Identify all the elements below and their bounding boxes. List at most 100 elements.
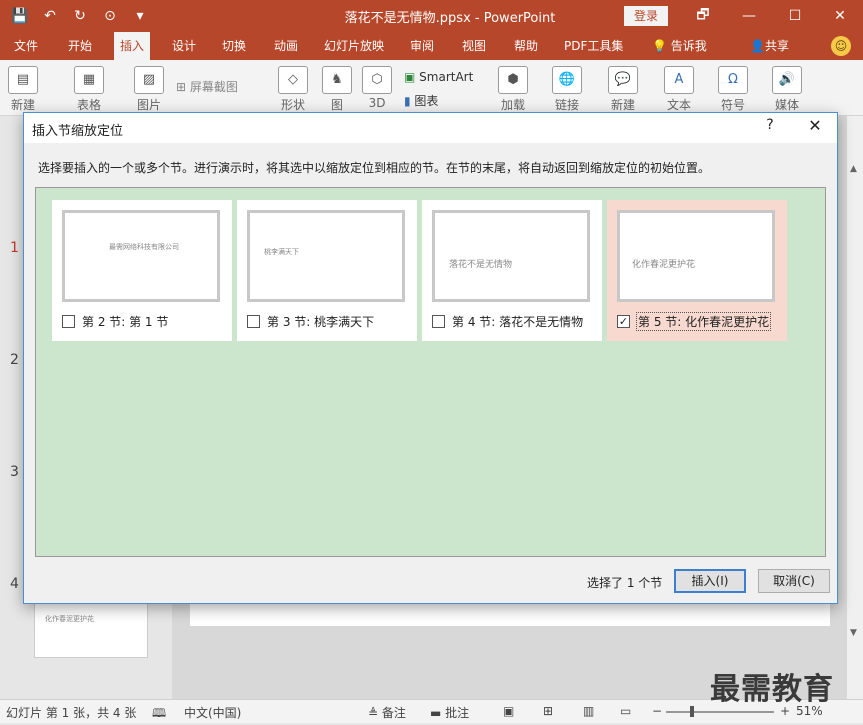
section-checkbox-checked[interactable]: ✓ [617,315,630,328]
close-window-button[interactable]: ✕ [817,0,863,32]
feedback-smiley-icon[interactable]: ☺ [831,36,851,56]
tab-view[interactable]: 视图 [456,32,492,60]
slide-number: 1 [10,240,19,256]
section-label: 第 4 节: 落花不是无情物 [452,315,584,329]
spellcheck-icon[interactable]: 🕮 [152,704,166,725]
scroll-up-icon[interactable]: ▲ [850,164,857,174]
vertical-scrollbar[interactable]: ▲ ▼ [847,116,863,699]
speaker-icon: 🔊 [772,66,802,94]
icons-icon: ♞ [322,66,352,94]
link-icon: 🌐 [552,66,582,94]
table-button[interactable]: ▦ 表格 [74,66,104,113]
addins-button[interactable]: ⬢ 加载 [498,66,528,113]
tab-pdf-tools[interactable]: PDF工具集 [558,32,629,60]
section-thumbnail-text: 落花不是无情物 [449,260,513,270]
dialog-instruction: 选择要插入的一个或多个节。进行演示时，将其选中以缩放定位到相应的节。在节的末尾，… [38,161,711,175]
present-icon[interactable]: ⊙ [98,5,122,27]
new-slide-button[interactable]: ▤ 新建 [8,66,38,113]
slideshow-view-icon[interactable]: ▭ [620,704,631,718]
notes-label: 备注 [381,706,406,720]
maximize-button[interactable]: ☐ [772,0,818,32]
tab-transitions[interactable]: 切换 [216,32,252,60]
comments-button[interactable]: ▬ 批注 [430,704,469,721]
dialog-close-button[interactable]: ✕ [804,116,826,138]
help-button[interactable]: ? [760,117,780,139]
slide-sorter-icon[interactable]: ⊞ [543,704,553,718]
table-label: 表格 [76,98,101,112]
tab-slideshow[interactable]: 幻灯片放映 [318,32,390,60]
new-comment-button[interactable]: 💬 新建 [608,66,638,113]
slide-thumbnail[interactable]: 化作春泥更护花 [34,598,148,658]
tab-home[interactable]: 开始 [62,32,98,60]
normal-view-icon[interactable]: ▣ [503,704,514,718]
zoom-slider[interactable] [666,711,774,713]
screenshot-button[interactable]: ⊞ 屏幕截图 [176,78,238,95]
link-button[interactable]: 🌐 链接 [552,66,582,113]
section-label: 第 3 节: 桃李满天下 [267,315,375,329]
chart-icon: ▮ [404,94,415,108]
tab-tell-me[interactable]: 💡 告诉我 [646,32,713,60]
tab-design[interactable]: 设计 [166,32,202,60]
section-card[interactable]: 桃李满天下 第 3 节: 桃李满天下 [237,200,417,341]
section-thumbnail-text: 最需网络科技有限公司 [109,243,179,251]
3d-models-button[interactable]: ⬡ 3D [362,66,392,110]
media-button[interactable]: 🔊 媒体 [772,66,802,113]
tab-review[interactable]: 审阅 [404,32,440,60]
share-label: 共享 [764,39,789,53]
section-checkbox[interactable] [432,315,445,328]
section-card[interactable]: 最需网络科技有限公司 第 2 节: 第 1 节 [52,200,232,341]
redo-icon[interactable]: ↻ [68,5,92,27]
picture-label: 图片 [136,98,161,112]
ribbon-tabs: 文件 开始 插入 设计 切换 动画 幻灯片放映 审阅 视图 帮助 PDF工具集 … [0,32,863,60]
document-title: 落花不是无情物.ppsx - PowerPoint [344,11,556,26]
selection-count: 选择了 1 个节 [587,576,663,590]
tab-file[interactable]: 文件 [8,32,44,60]
picture-button[interactable]: ▨ 图片 [134,66,164,113]
reading-view-icon[interactable]: ▥ [583,704,594,718]
section-thumbnail: 最需网络科技有限公司 [62,210,220,302]
minimize-button[interactable]: — [726,0,772,32]
language-indicator[interactable]: 中文(中国) [184,704,241,721]
dialog-title: 插入节缩放定位 [32,124,124,139]
section-label: 第 2 节: 第 1 节 [82,315,169,329]
notes-button[interactable]: ≜ 备注 [368,704,406,721]
chart-button[interactable]: ▮ 图表 [404,92,438,109]
media-label: 媒体 [774,98,799,112]
section-list: 最需网络科技有限公司 第 2 节: 第 1 节 桃李满天下 第 3 节: 桃李满… [35,187,826,557]
cancel-button[interactable]: 取消(C) [758,569,830,593]
customize-qat-icon[interactable]: ▾ [128,5,152,27]
ribbon-insert-panel: ▤ 新建 ▦ 表格 ▨ 图片 ⊞ 屏幕截图 ◇ 形状 ♞ 图 ⬡ 3D ▣ SmartArt… [0,60,863,116]
undo-icon[interactable]: ↶ [38,5,62,27]
smartart-button[interactable]: ▣ SmartArt [404,70,473,84]
ribbon-display-icon[interactable]: 🗗 [680,0,726,32]
section-thumbnail: 桃李满天下 [247,210,405,302]
tab-animations[interactable]: 动画 [268,32,304,60]
chart-label: 图表 [414,94,439,108]
tab-insert[interactable]: 插入 [114,32,151,60]
tab-help[interactable]: 帮助 [508,32,544,60]
section-checkbox[interactable] [62,315,75,328]
zoom-out-icon[interactable]: − [652,704,662,718]
symbol-button[interactable]: Ω 符号 [718,66,748,113]
cube-icon: ⬡ [362,66,392,94]
section-checkbox[interactable] [247,315,260,328]
text-button[interactable]: A 文本 [664,66,694,113]
insert-button[interactable]: 插入(I) [674,569,746,593]
section-card[interactable]: 落花不是无情物 第 4 节: 落花不是无情物 [422,200,602,341]
zoom-slider-handle[interactable] [690,706,694,717]
slide-info: 幻灯片 第 1 张，共 4 张 [6,706,137,720]
login-button[interactable]: 登录 [624,6,668,26]
insert-section-zoom-dialog: 插入节缩放定位 ? ✕ 选择要插入的一个或多个节。进行演示时，将其选中以缩放定位… [23,112,838,604]
smartart-label: SmartArt [419,70,474,84]
shapes-button[interactable]: ◇ 形状 [278,66,308,113]
addins-icon: ⬢ [498,66,528,94]
scroll-down-icon[interactable]: ▼ [850,628,857,638]
save-icon[interactable]: 💾 [8,5,32,27]
icons-button[interactable]: ♞ 图 [322,66,352,113]
comment-icon: 💬 [608,66,638,94]
comments-label: 批注 [445,706,470,720]
share-button[interactable]: 👤共享 [744,32,795,60]
text-label: 文本 [666,98,691,112]
section-card-selected[interactable]: 化作春泥更护花 ✓ 第 5 节: 化作春泥更护花 [607,200,787,341]
checkmark-icon: ✓ [618,315,629,328]
